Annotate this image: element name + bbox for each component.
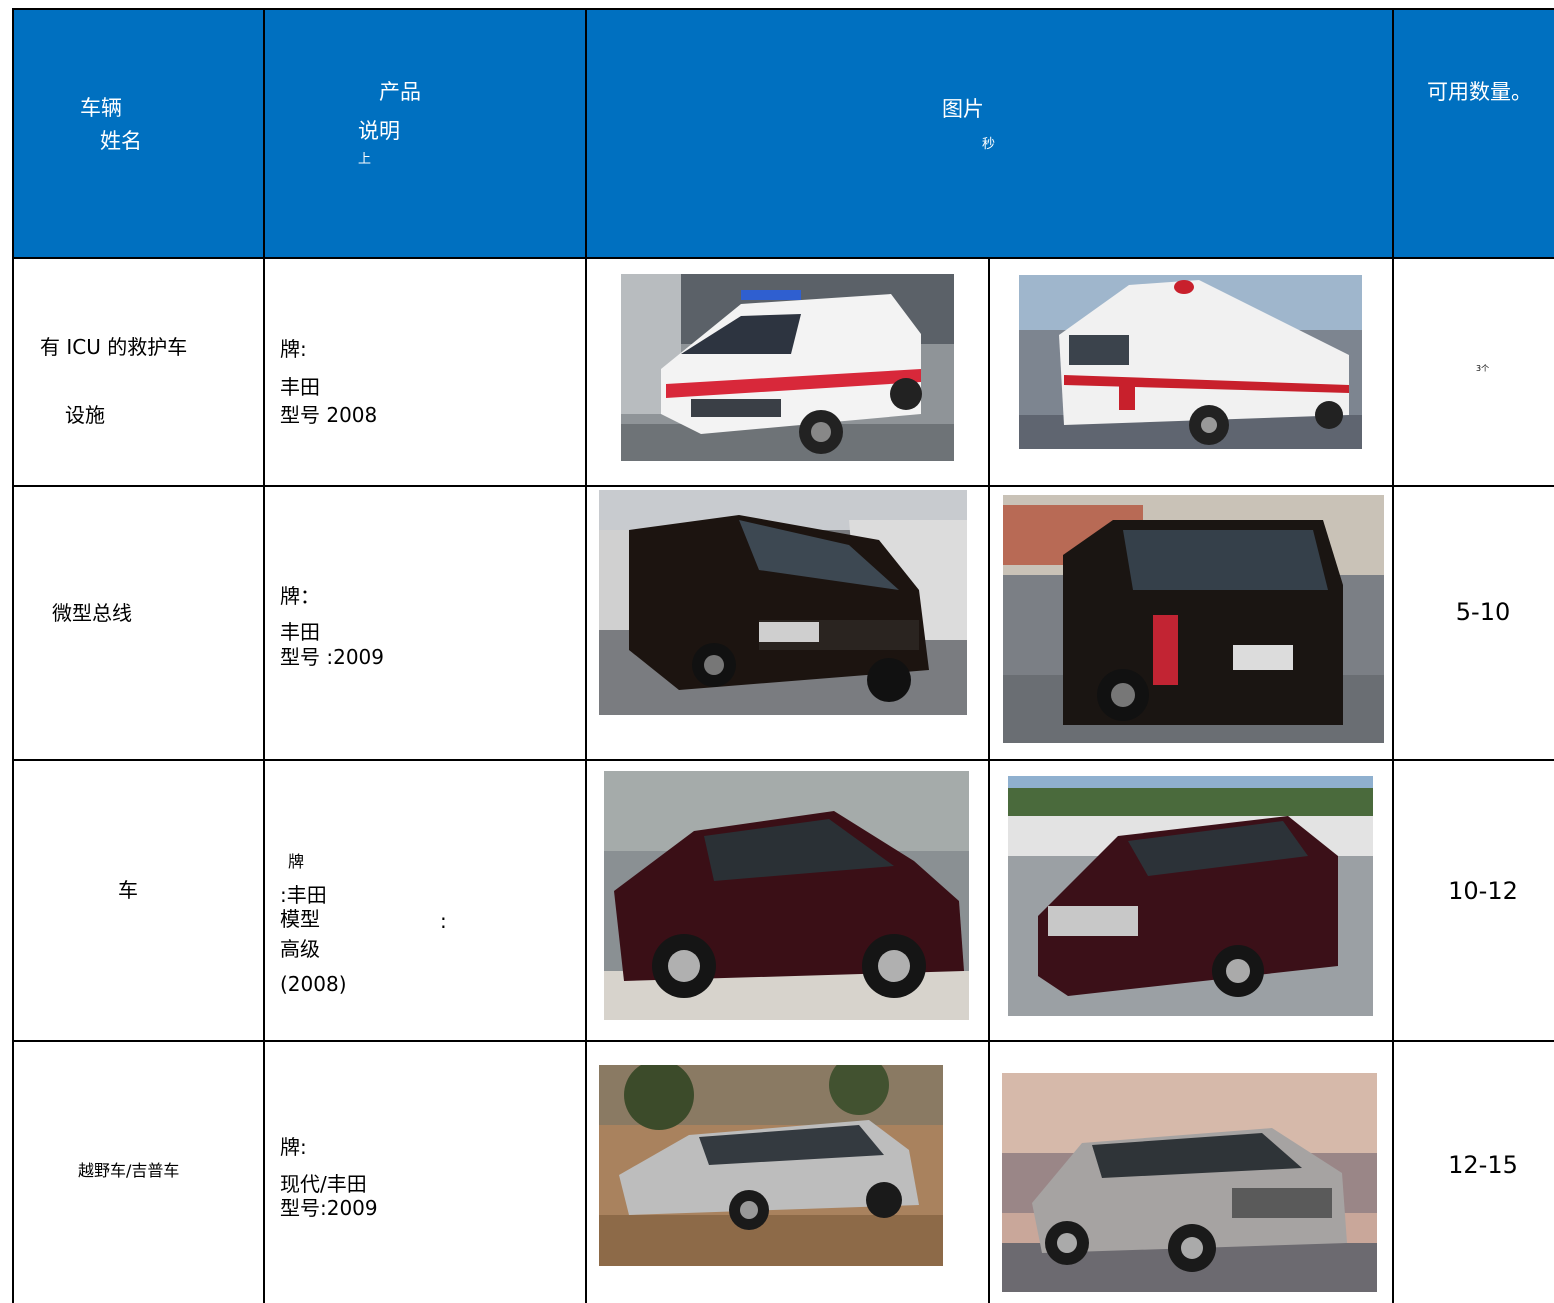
row2-desc-line3: 型号 :2009 bbox=[280, 645, 384, 669]
grid-line-row2 bbox=[12, 759, 1554, 761]
header-qty: 可用数量。 bbox=[1427, 80, 1532, 104]
header-product-line1: 产品 bbox=[379, 80, 421, 104]
row4-desc-line2: 现代/丰田 bbox=[280, 1172, 367, 1196]
row3-name: 车 bbox=[118, 878, 138, 902]
ambulance-front-photo bbox=[621, 274, 954, 461]
table-header bbox=[12, 8, 1554, 258]
grid-line-photo-split bbox=[988, 257, 990, 1303]
row2-qty: 5-10 bbox=[1455, 598, 1511, 626]
row3-desc-line5: (2008) bbox=[280, 972, 347, 996]
row3-desc-line3: 模型 bbox=[280, 907, 320, 931]
header-product-line3: 上 bbox=[358, 152, 372, 167]
row4-name: 越野车/吉普车 bbox=[78, 1161, 180, 1180]
grid-line-col2 bbox=[585, 8, 587, 1303]
row3-desc-colon: : bbox=[440, 909, 447, 933]
row2-desc-line2: 丰田 bbox=[280, 620, 320, 644]
header-picture-line1: 图片 bbox=[942, 97, 984, 121]
grid-line-header-bottom bbox=[12, 257, 1554, 259]
grid-line-left bbox=[12, 8, 14, 1303]
grid-line-row1 bbox=[12, 485, 1554, 487]
row1-name-line2: 设施 bbox=[65, 403, 105, 427]
header-vehicle-line2: 姓名 bbox=[100, 129, 142, 153]
row3-desc-line1: 牌 bbox=[288, 852, 305, 871]
row2-name: 微型总线 bbox=[52, 601, 132, 625]
row3-desc-line2: :丰田 bbox=[280, 883, 327, 907]
grid-line-row3 bbox=[12, 1040, 1554, 1042]
row4-desc-line1: 牌: bbox=[280, 1135, 307, 1159]
minibus-front-photo bbox=[599, 490, 967, 715]
row1-qty: 3个 bbox=[1476, 364, 1490, 373]
grid-line-col3 bbox=[1392, 8, 1394, 1303]
ambulance-rear-photo bbox=[1019, 275, 1362, 449]
row1-desc-line2: 丰田 bbox=[280, 375, 320, 399]
row2-desc-line1: 牌： bbox=[280, 584, 320, 608]
suv-sunset-photo bbox=[1002, 1073, 1377, 1292]
row1-name-line1: 有 ICU 的救护车 bbox=[40, 335, 188, 359]
header-product-line2: 说明 bbox=[358, 119, 400, 143]
sedan-side-photo bbox=[604, 771, 969, 1020]
row3-qty: 10-12 bbox=[1448, 877, 1518, 905]
minibus-rear-photo bbox=[1003, 495, 1384, 743]
grid-line-col1 bbox=[263, 8, 265, 1303]
row3-desc-line4: 高级 bbox=[280, 937, 320, 961]
header-picture-line2: 秒 bbox=[982, 137, 996, 152]
row1-desc-line1: 牌: bbox=[280, 337, 307, 361]
row1-desc-line3: 型号 2008 bbox=[280, 403, 378, 427]
grid-line-top bbox=[12, 8, 1554, 10]
header-vehicle-line1: 车辆 bbox=[80, 96, 122, 120]
suv-desert-photo bbox=[599, 1065, 943, 1266]
sedan-front-photo bbox=[1008, 776, 1373, 1016]
row4-desc-line3: 型号:2009 bbox=[280, 1196, 378, 1220]
row4-qty: 12-15 bbox=[1448, 1151, 1518, 1179]
